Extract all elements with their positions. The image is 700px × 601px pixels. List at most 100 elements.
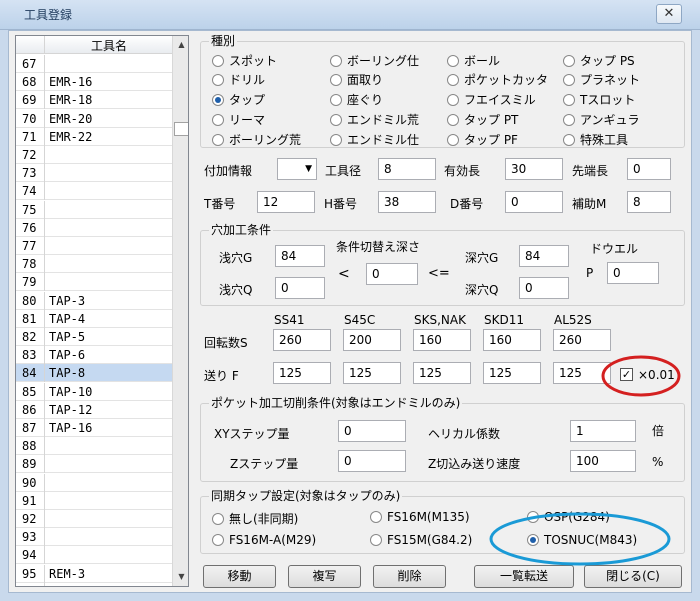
list-item[interactable]: 85 TAP-10 <box>16 382 172 401</box>
sync-option-radio[interactable]: FS16M-A(M29) <box>212 533 316 547</box>
type-option-radio[interactable]: タップ PS <box>563 52 635 69</box>
list-item[interactable]: 78 <box>16 255 172 274</box>
helical-input[interactable]: 1 <box>570 420 636 442</box>
scroll-up-icon[interactable]: ▲ <box>174 37 188 53</box>
tool-list[interactable]: 工具名 67 68 EMR-16 69 EMR-18 70 EMR-20 71 EMR-22 72… <box>15 35 189 587</box>
hojo-m-input[interactable]: 8 <box>627 191 671 213</box>
fuka-g-input[interactable]: 84 <box>519 245 569 267</box>
type-option-radio[interactable]: アンギュラ <box>563 111 640 128</box>
row-number: 83 <box>16 346 45 365</box>
sync-option-radio[interactable]: TOSNUC(M843) <box>527 533 637 547</box>
type-option-radio[interactable]: ドリル <box>212 71 265 88</box>
move-button[interactable]: 移動 <box>203 565 276 588</box>
type-option-radio[interactable]: ポケットカッタ <box>447 71 548 88</box>
speed-input[interactable]: 160 <box>413 329 471 351</box>
fuka-q-input[interactable]: 0 <box>519 277 569 299</box>
type-option-radio[interactable]: ボール <box>447 52 500 69</box>
list-item[interactable]: 90 <box>16 473 172 492</box>
xy-step-input[interactable]: 0 <box>338 420 406 442</box>
feed-input[interactable]: 125 <box>273 362 331 384</box>
list-item[interactable]: 79 <box>16 273 172 292</box>
list-item[interactable]: 84 TAP-8 <box>16 364 172 383</box>
list-item[interactable]: 91 <box>16 491 172 510</box>
type-option-radio[interactable]: スポット <box>212 52 277 69</box>
list-item[interactable]: 86 TAP-12 <box>16 400 172 419</box>
feed-input[interactable]: 125 <box>553 362 611 384</box>
type-option-radio[interactable]: Tスロット <box>563 91 635 108</box>
list-item[interactable]: 71 EMR-22 <box>16 127 172 146</box>
speed-input[interactable]: 260 <box>553 329 611 351</box>
list-item[interactable]: 92 <box>16 510 172 528</box>
type-option-radio[interactable]: 特殊工具 <box>563 131 628 148</box>
scroll-down-icon[interactable]: ▼ <box>174 569 188 585</box>
copy-button[interactable]: 複写 <box>288 565 361 588</box>
list-item[interactable]: 87 TAP-16 <box>16 419 172 437</box>
feed-input[interactable]: 125 <box>483 362 541 384</box>
sync-option-radio[interactable]: FS15M(G84.2) <box>370 533 472 547</box>
delete-button[interactable]: 削除 <box>373 565 446 588</box>
feed-input[interactable]: 125 <box>343 362 401 384</box>
list-item[interactable]: 77 <box>16 237 172 255</box>
list-item[interactable]: 75 <box>16 200 172 219</box>
row-number: 73 <box>16 164 45 183</box>
sentancho-input[interactable]: 0 <box>627 158 671 180</box>
list-item[interactable]: 74 <box>16 182 172 201</box>
feed-input[interactable]: 125 <box>413 362 471 384</box>
z-feed-input[interactable]: 100 <box>570 450 636 472</box>
list-item[interactable]: 68 EMR-16 <box>16 73 172 92</box>
list-item[interactable]: 72 <box>16 146 172 164</box>
sync-option-radio[interactable]: OSP(G284) <box>527 510 610 524</box>
list-item[interactable]: 69 EMR-18 <box>16 91 172 110</box>
speed-input[interactable]: 260 <box>273 329 331 351</box>
list-item[interactable]: 95 REM-3 <box>16 564 172 583</box>
scroll-thumb[interactable] <box>174 122 188 136</box>
list-item[interactable]: 93 <box>16 528 172 547</box>
list-item[interactable]: 82 TAP-5 <box>16 328 172 346</box>
radio-icon <box>563 93 575 106</box>
transfer-button[interactable]: 一覧転送 <box>474 565 574 588</box>
list-item[interactable]: 76 <box>16 218 172 237</box>
type-option-radio[interactable]: エンドミル仕 <box>330 131 419 148</box>
list-item[interactable]: 94 <box>16 546 172 565</box>
list-item[interactable]: 83 TAP-6 <box>16 346 172 365</box>
type-option-radio[interactable]: フエイスミル <box>447 91 536 108</box>
type-option-radio[interactable]: ボーリング仕 <box>330 52 419 69</box>
type-option-radio[interactable]: 面取り <box>330 71 383 88</box>
speed-input[interactable]: 200 <box>343 329 401 351</box>
speed-input[interactable]: 160 <box>483 329 541 351</box>
list-item[interactable]: 73 <box>16 164 172 183</box>
type-option-radio[interactable]: リーマ <box>212 111 265 128</box>
type-option-label: フエイスミル <box>464 93 536 107</box>
type-option-radio[interactable]: タップ PT <box>447 111 518 128</box>
type-option-radio[interactable]: ボーリング荒 <box>212 131 301 148</box>
h-number-input[interactable]: 38 <box>378 191 436 213</box>
list-item[interactable]: 81 TAP-4 <box>16 309 172 328</box>
list-item[interactable]: 70 EMR-20 <box>16 109 172 128</box>
list-item[interactable]: 96 REM-4 <box>16 582 172 586</box>
type-option-radio[interactable]: 座ぐり <box>330 91 383 108</box>
asa-q-input[interactable]: 0 <box>275 277 325 299</box>
type-option-radio[interactable]: タップ PF <box>447 131 518 148</box>
list-item[interactable]: 88 <box>16 437 172 456</box>
yukocho-input[interactable]: 30 <box>505 158 563 180</box>
switch-depth-input[interactable]: 0 <box>366 263 418 285</box>
sync-option-radio[interactable]: FS16M(M135) <box>370 510 470 524</box>
close-button[interactable]: 閉じる(C) <box>584 565 682 588</box>
z-step-input[interactable]: 0 <box>338 450 406 472</box>
list-item[interactable]: 67 <box>16 55 172 73</box>
list-item[interactable]: 89 <box>16 455 172 474</box>
x001-checkbox[interactable]: ✓ <box>620 368 633 381</box>
type-option-radio[interactable]: プラネット <box>563 71 640 88</box>
list-item[interactable]: 80 TAP-3 <box>16 291 172 310</box>
fuka-dropdown[interactable]: ▼ <box>277 158 317 180</box>
sync-option-radio[interactable]: 無し(非同期) <box>212 510 298 527</box>
type-option-radio[interactable]: タップ <box>212 91 265 108</box>
list-scrollbar[interactable]: ▲ ▼ <box>172 36 188 586</box>
dwell-p-input[interactable]: 0 <box>607 262 659 284</box>
type-option-radio[interactable]: エンドミル荒 <box>330 111 419 128</box>
d-number-input[interactable]: 0 <box>505 191 563 213</box>
t-number-input[interactable]: 12 <box>257 191 315 213</box>
asa-g-input[interactable]: 84 <box>275 245 325 267</box>
kogukei-input[interactable]: 8 <box>378 158 436 180</box>
close-window-button[interactable]: ✕ <box>656 4 682 24</box>
